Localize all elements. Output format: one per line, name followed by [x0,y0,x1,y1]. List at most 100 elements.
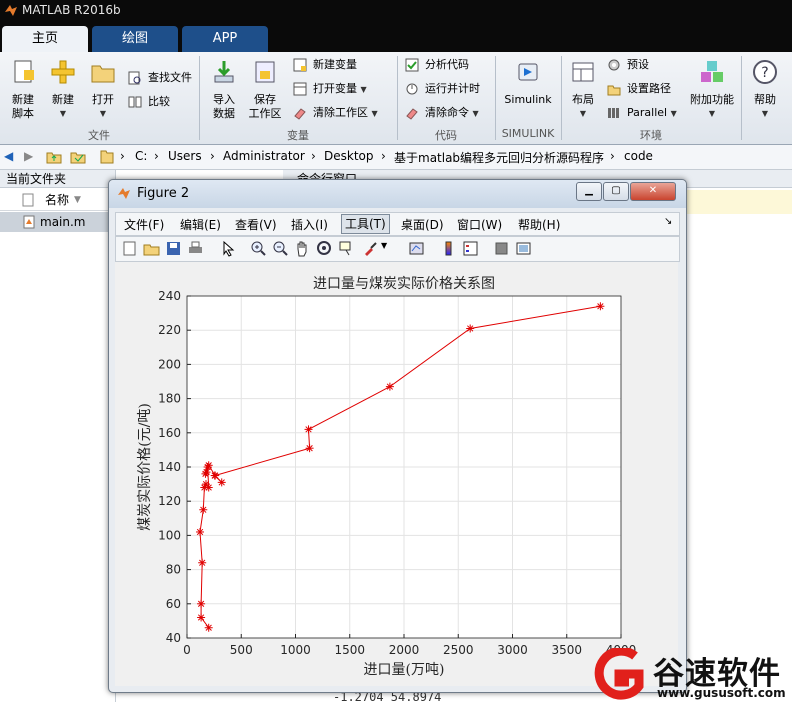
tab-apps[interactable]: APP [182,26,268,52]
y-tick-label: 220 [158,323,181,337]
tab-plots[interactable]: 绘图 [92,26,178,52]
back-arrow-icon[interactable]: ◀ [4,149,13,163]
matlab-logo-icon [5,5,17,16]
tab-home[interactable]: 主页 [2,26,88,52]
section-file-label: 文件 [88,129,110,142]
chart[interactable]: 0 500 1000 1500 2000 2500 3000 3500 400040608010… [115,262,678,686]
pointer-icon[interactable] [220,240,237,257]
save-workspace-button[interactable]: 保存 工作区 [245,56,285,126]
menu-desktop[interactable]: 桌面(D) [401,216,444,233]
clear-commands-button[interactable]: 清除命令 ▼ [405,103,479,123]
svg-text:?: ? [761,65,768,81]
layout-button[interactable]: 布局 ▼ [563,56,603,126]
browse-folder-icon[interactable] [70,149,86,165]
sort-caret-icon[interactable]: ▼ [74,190,81,210]
compare-button[interactable]: 比较 [128,92,170,112]
maximize-button[interactable]: ▢ [603,182,629,201]
new-variable-icon [293,58,307,72]
link-plot-icon[interactable] [408,240,425,257]
analyze-code-label: 分析代码 [425,58,469,71]
path-separator: › [120,149,125,163]
simulink-button[interactable]: Simulink [500,56,556,126]
rotate-3d-icon[interactable] [316,240,333,257]
preferences-label: 预设 [627,58,649,71]
address-bar: ◀ ▶ › C: › Users › Administrator › Deskt… [0,145,792,170]
x-tick-label: 2500 [443,643,474,657]
print-icon[interactable] [187,240,204,257]
new-script-button[interactable]: 新建 脚本 [3,56,43,126]
file-row[interactable]: main.m [0,212,115,232]
y-tick-label: 180 [158,392,181,406]
section-environment-label: 环境 [640,129,662,142]
menu-edit[interactable]: 编辑(E) [180,216,221,233]
new-button[interactable]: 新建 ▼ [43,56,83,126]
save-icon[interactable] [165,240,182,257]
path-segment[interactable]: C: [135,149,147,163]
clear-workspace-button[interactable]: 清除工作区 ▼ [293,103,378,123]
legend-icon[interactable] [462,240,479,257]
gear-icon [608,59,620,71]
help-button[interactable]: ? 帮助 ▼ [745,56,785,126]
run-time-icon [406,83,418,95]
menu-window[interactable]: 窗口(W) [457,216,502,233]
eraser-icon [294,108,306,120]
brush-icon[interactable] [362,240,379,257]
new-figure-icon[interactable] [121,240,138,257]
path-separator: › [381,149,386,163]
app-title: MATLAB R2016b [22,3,121,17]
figure-title-bar[interactable]: Figure 2 ▁ ▢ ✕ [109,180,686,208]
path-separator: › [610,149,615,163]
preferences-button[interactable]: 预设 [607,55,649,75]
menu-view[interactable]: 查看(V) [235,216,277,233]
open-variable-button[interactable]: 打开变量 ▼ [293,79,367,99]
path-segment[interactable]: Administrator [223,149,305,163]
y-tick-label: 160 [158,426,181,440]
x-tick-label: 0 [183,643,191,657]
close-button[interactable]: ✕ [630,182,676,201]
import-data-label: 导入 数据 [213,93,235,120]
menu-dock-arrow-icon[interactable]: ↘ [664,216,672,227]
menu-tools[interactable]: 工具(T) [341,214,390,234]
watermark: 谷速软件 www.gususoft.com [593,646,792,702]
new-variable-button[interactable]: 新建变量 [293,55,357,75]
up-folder-icon[interactable] [46,149,62,165]
path-separator: › [154,149,159,163]
ribbon-tab-bar: 主页 绘图 APP [0,22,792,52]
new-label: 新建 [52,93,74,106]
figure-window: Figure 2 ▁ ▢ ✕ 文件(F) 编辑(E) 查看(V) 插入(I) 工… [108,179,687,693]
brush-dropdown-icon[interactable]: ▼ [381,241,387,250]
open-button[interactable]: 打开 ▼ [83,56,123,126]
file-name: main.m [40,215,86,229]
path-segment[interactable]: Users [168,149,202,163]
hide-tools-icon[interactable] [493,240,510,257]
ribbon: 新建 脚本 新建 ▼ 打开 ▼ 查找文件 比较 文件 导入 数据 保存 工作区 … [0,52,792,145]
import-data-button[interactable]: 导入 数据 [204,56,244,126]
forward-arrow-icon[interactable]: ▶ [24,149,33,163]
path-segment[interactable]: code [624,149,653,163]
run-and-time-button[interactable]: 运行并计时 [405,79,480,99]
zoom-in-icon[interactable] [250,240,267,257]
name-column-label: 名称 [45,193,70,207]
minimize-button[interactable]: ▁ [576,182,602,201]
zoom-out-icon[interactable] [272,240,289,257]
menu-file[interactable]: 文件(F) [124,216,164,233]
open-file-icon[interactable] [143,240,160,257]
addons-button[interactable]: 附加功能 ▼ [688,56,736,126]
show-tools-icon[interactable] [515,240,532,257]
layout-icon [572,62,594,82]
analyze-code-button[interactable]: 分析代码 [405,55,469,75]
find-files-button[interactable]: 查找文件 [128,68,192,88]
path-segment[interactable]: 基于matlab编程多元回归分析源码程序 [394,149,604,166]
parallel-button[interactable]: Parallel ▼ [607,103,677,123]
set-path-button[interactable]: 设置路径 [607,79,671,99]
menu-help[interactable]: 帮助(H) [518,216,560,233]
path-segment[interactable]: Desktop [324,149,374,163]
chart-title: 进口量与煤炭实际价格关系图 [313,276,495,292]
compare-icon [128,96,142,108]
data-cursor-icon[interactable] [338,240,355,257]
file-list-header[interactable]: 名称 ▼ [0,190,115,211]
menu-insert[interactable]: 插入(I) [291,216,328,233]
data-point [305,444,314,453]
pan-hand-icon[interactable] [294,240,311,257]
colorbar-icon[interactable] [440,240,457,257]
